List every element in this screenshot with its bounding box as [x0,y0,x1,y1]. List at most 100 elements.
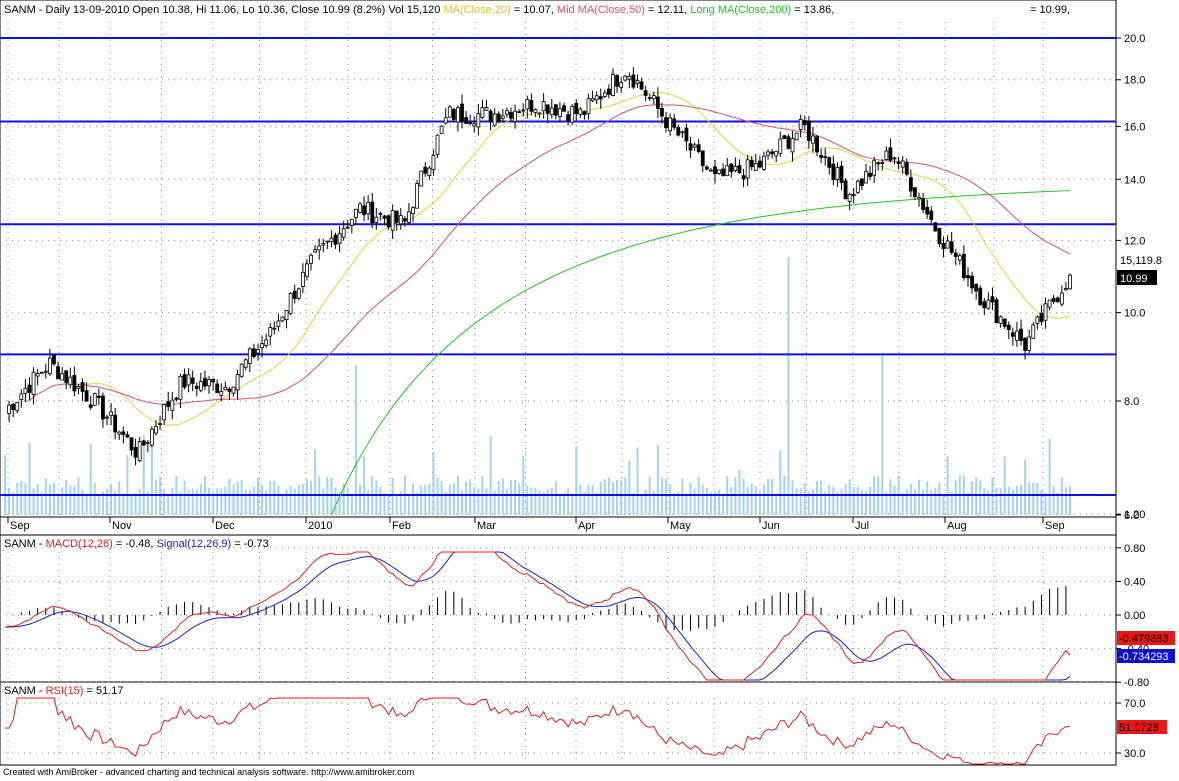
stock-chart[interactable]: 20.018.016.014.012.010.08.06.0Sep Nov Dec 2… [0,0,1179,781]
candle-body [60,373,65,381]
candle-body [529,99,534,112]
candle-body [631,74,636,88]
volume-bar [673,493,676,515]
volume-bar [889,479,892,515]
candle-body [623,75,628,81]
candle-body [260,343,264,349]
candle-body [766,151,770,156]
volume-bar [322,488,325,515]
candle-body [798,118,803,130]
candle-body [158,423,162,425]
candle-body [900,160,905,168]
x-axis-label: Jul [855,520,869,532]
candle-body [1059,292,1064,305]
price-y-tick: 12.0 [1124,235,1145,247]
candle-body [737,165,742,174]
candle-body [1035,316,1040,324]
volume-bar [44,478,47,515]
candle-body [594,95,599,101]
x-axis-label: Mar [477,520,496,532]
candle-body [411,207,415,215]
volume-bar [269,481,272,515]
candle-body [757,160,762,168]
volume-bar [89,443,92,515]
volume-bar [154,479,157,515]
macd-header: SANM - MACD(12,26) = -0.48, Signal(12,26… [4,538,269,550]
candle-body [1051,298,1056,302]
candle-body [888,147,893,161]
x-axis-label: 2010 [308,520,332,532]
volume-bar [905,489,908,515]
volume-bar [383,493,386,515]
candle-body [562,105,566,112]
price-y-tick: 8.0 [1124,396,1139,408]
volume-bar [995,487,998,515]
candle-body [227,388,232,392]
volume-bar [860,489,863,515]
candle-body [680,131,685,134]
candle-body [362,205,366,216]
candle-body [966,275,970,279]
volume-bar [795,488,798,515]
volume-bar [256,477,259,515]
volume-bar [656,445,659,515]
candle-body [541,101,546,112]
candle-body [329,237,334,243]
volume-bar [1040,489,1043,515]
volume-bar [681,478,684,515]
candle-body [647,97,652,99]
candle-body [313,249,318,253]
candle-body [1047,299,1052,308]
candle-body [904,162,909,175]
volume-bar [350,493,353,515]
volume-bar [909,484,912,515]
volume-bar [330,477,333,515]
candle-body [655,96,660,109]
candle-body [794,132,799,141]
candle-body [19,393,24,400]
volume-bar [236,481,239,515]
volume-bar [346,488,349,515]
volume-bar [534,487,537,515]
candle-body [884,150,889,160]
candle-body [317,245,322,251]
candle-body [23,387,28,394]
candle-body [1027,336,1032,351]
candle-body [64,370,69,383]
candle-body [827,157,832,168]
price-y-tick: 14.0 [1124,174,1145,186]
candle-body [354,208,358,218]
candle-body [876,162,881,165]
volume-bar [550,488,553,515]
volume-bar [310,480,313,515]
price-header: SANM - Daily 13-09-2010 Open 10.38, Hi 1… [4,4,834,16]
candle-body [215,383,220,394]
candle-body [855,180,860,193]
candle-body [11,403,16,410]
volume-bar [187,490,190,515]
x-axis-label: Apr [578,520,595,532]
candle-body [941,242,946,250]
candle-body [774,150,779,157]
macd-panel[interactable] [0,534,1117,683]
price-panel[interactable] [0,0,1117,536]
candle-body [56,366,60,380]
volume-bar [881,355,884,515]
candle-body [247,348,252,364]
candle-body [806,120,811,141]
candle-body [105,416,109,419]
volume-bar [575,446,578,515]
candle-body [325,240,330,243]
candle-body [717,169,721,174]
volume-bar [775,493,778,515]
candle-body [990,296,995,303]
candle-body [231,386,236,394]
candle-body [133,447,138,458]
candle-body [68,376,73,386]
candle-body [178,375,183,400]
volume-bar [599,481,602,515]
candle-body [598,96,603,100]
volume-bar [448,484,451,515]
price-y-tick: 20.0 [1124,33,1145,45]
volume-bar [395,494,398,515]
